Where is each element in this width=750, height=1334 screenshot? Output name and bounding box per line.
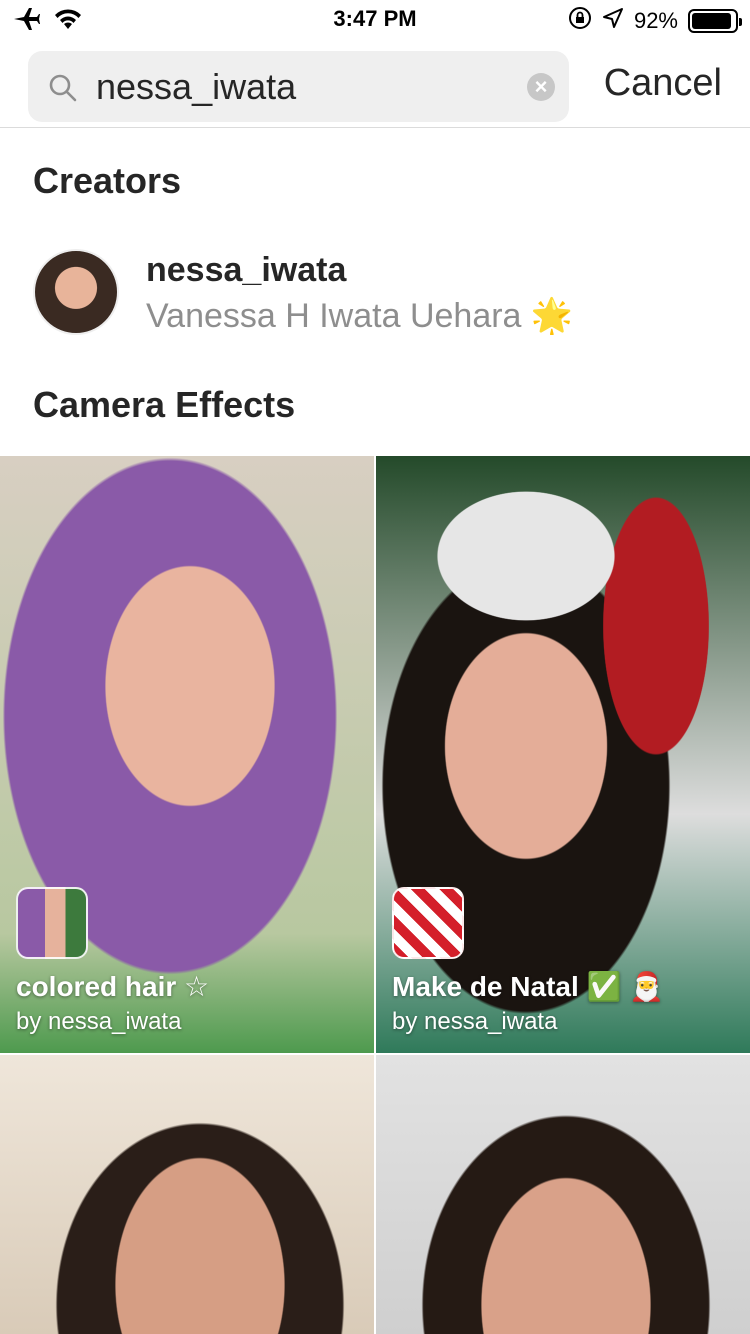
battery-icon [688, 8, 742, 33]
effect-author: by nessa_iwata [16, 1008, 182, 1035]
effect-author: by nessa_iwata [392, 1008, 558, 1035]
effect-tile[interactable] [0, 1055, 374, 1334]
search-icon [48, 73, 78, 108]
effect-thumbnail [16, 887, 88, 959]
effects-grid: colored hair ☆ by nessa_iwata Make de Na… [0, 456, 750, 1334]
battery-percent: 92% [633, 7, 678, 33]
creator-username: nessa_iwata [146, 251, 347, 289]
section-title-creators: Creators [33, 160, 182, 201]
search-input[interactable] [94, 51, 514, 122]
cancel-button[interactable]: Cancel [604, 62, 722, 105]
effect-title: Make de Natal ✅ 🎅 [392, 971, 665, 1002]
location-icon [602, 7, 624, 34]
clear-search-icon[interactable]: × [527, 73, 555, 101]
status-bar: 3:47 PM 92% [0, 0, 750, 40]
creator-full-name: Vanessa H Iwata Uehara 🌟 [146, 297, 574, 335]
effect-tile[interactable]: colored hair ☆ by nessa_iwata [0, 456, 374, 1053]
creator-result[interactable]: nessa_iwata Vanessa H Iwata Uehara 🌟 [0, 236, 750, 348]
search-header: × Cancel [0, 40, 750, 128]
effect-tile[interactable] [376, 1055, 750, 1334]
status-right: 92% [568, 6, 742, 35]
battery-fill [692, 12, 731, 29]
search-box[interactable]: × [28, 51, 569, 122]
effect-title: colored hair ☆ [16, 971, 210, 1002]
effect-tile[interactable]: Make de Natal ✅ 🎅 by nessa_iwata [376, 456, 750, 1053]
avatar[interactable] [33, 249, 119, 335]
section-title-camera-effects: Camera Effects [33, 384, 296, 425]
effect-thumbnail [392, 887, 464, 959]
orientation-lock-icon [568, 6, 592, 35]
